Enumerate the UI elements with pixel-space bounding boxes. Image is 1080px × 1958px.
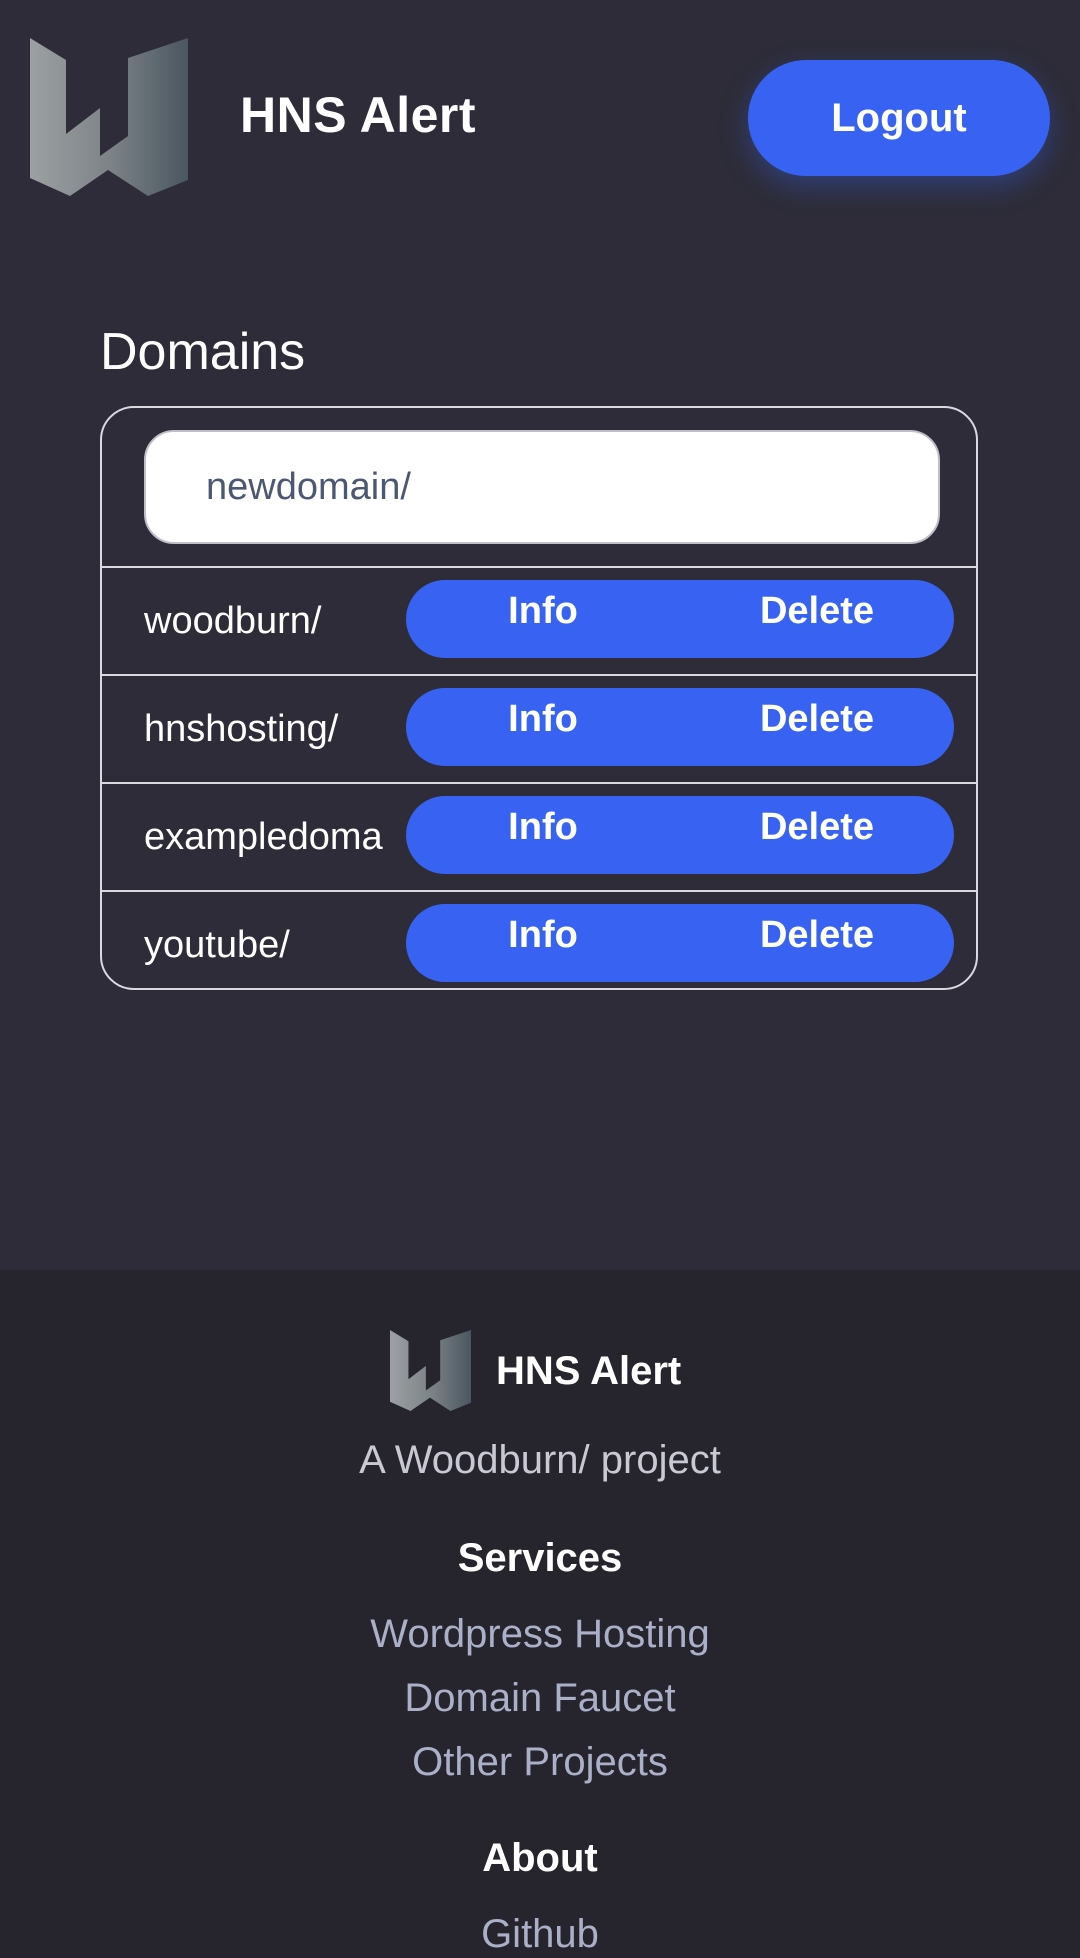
new-domain-input[interactable] [144,430,940,544]
footer-tagline: A Woodburn/ project [359,1438,721,1482]
delete-button[interactable]: Delete [680,904,954,982]
delete-button[interactable]: Delete [680,796,954,874]
domain-row: hnshosting/ Info Delete [102,676,976,784]
logout-button[interactable]: Logout [748,60,1050,176]
woodburn-logo-icon [390,1330,471,1411]
info-button[interactable]: Info [406,688,680,766]
domain-actions: Info Delete [406,796,954,874]
header: HNS Alert Logout [0,0,1080,240]
domain-name: hnshosting/ [144,708,339,750]
footer-link-domain-faucet[interactable]: Domain Faucet [0,1676,1080,1721]
domains-heading: Domains [100,323,306,381]
footer-link-wordpress-hosting[interactable]: Wordpress Hosting [0,1612,1080,1657]
delete-button[interactable]: Delete [680,580,954,658]
services-heading: Services [457,1536,623,1580]
domain-row: exampledoma Info Delete [102,784,976,892]
domain-actions: Info Delete [406,688,954,766]
domain-row: woodburn/ Info Delete [102,568,976,676]
new-domain-row [102,408,976,568]
info-button[interactable]: Info [406,904,680,982]
footer-link-github[interactable]: Github [0,1912,1080,1957]
domain-row: youtube/ Info Delete [102,892,976,988]
domain-list: woodburn/ Info Delete hnshosting/ Info D… [100,406,978,990]
domain-name: youtube/ [144,924,290,966]
site-title[interactable]: HNS Alert [240,86,476,144]
delete-button[interactable]: Delete [680,688,954,766]
woodburn-logo-icon[interactable] [30,38,190,198]
domain-actions: Info Delete [406,904,954,982]
domain-name: exampledoma [144,816,383,858]
domain-name: woodburn/ [144,600,322,642]
info-button[interactable]: Info [406,580,680,658]
footer: HNS Alert A Woodburn/ project Services W… [0,1270,1080,1958]
info-button[interactable]: Info [406,796,680,874]
footer-link-other-projects[interactable]: Other Projects [0,1740,1080,1785]
about-heading: About [482,1836,598,1880]
domain-actions: Info Delete [406,580,954,658]
footer-brand[interactable]: HNS Alert [390,1330,681,1412]
footer-title: HNS Alert [496,1348,682,1393]
